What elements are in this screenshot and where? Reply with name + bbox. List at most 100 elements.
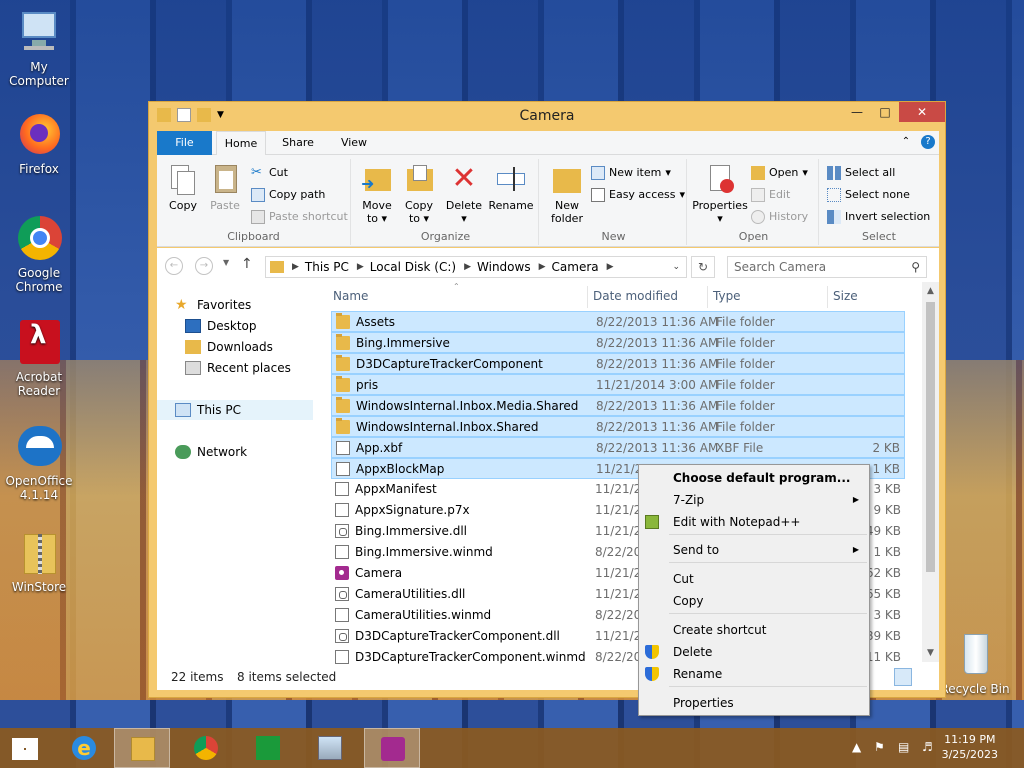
file-row[interactable]: D3DCaptureTrackerComponent 8/22/2013 11:3… [331, 353, 905, 374]
maximize-button[interactable]: □ [871, 102, 899, 122]
taskbar-file-explorer[interactable] [114, 728, 170, 768]
menu-item[interactable]: 7-Zip ▶ [639, 489, 869, 511]
chevron-right-icon[interactable]: ▶ [357, 262, 364, 272]
help-icon[interactable]: ? [921, 135, 935, 149]
desktop-icon-openoffice[interactable]: OpenOffice 4.1.14 [0, 424, 78, 502]
tab-view[interactable]: View [333, 131, 375, 155]
properties-button[interactable]: Properties ▾ [691, 163, 749, 225]
select-none-button[interactable]: Select none [827, 185, 910, 205]
tab-file[interactable]: File [157, 131, 212, 155]
file-row[interactable]: Assets 8/22/2013 11:36 AM File folder [331, 311, 905, 332]
desktop-icon-my-computer[interactable]: My Computer [0, 10, 78, 88]
cut-button[interactable]: ✂ Cut [251, 163, 288, 183]
nav-item-this-pc[interactable]: This PC [157, 400, 313, 420]
menu-item[interactable]: Copy [639, 590, 869, 612]
menu-item[interactable]: Send to ▶ [639, 539, 869, 561]
menu-item[interactable]: Choose default program... [639, 467, 869, 489]
column-header-size[interactable]: Size [833, 289, 858, 303]
desktop-icon-winstore[interactable]: WinStore [0, 530, 78, 594]
menu-item[interactable]: Cut [639, 568, 869, 590]
desktop-icon-chrome[interactable]: Google Chrome [0, 216, 78, 294]
copy-path-button[interactable]: Copy path [251, 185, 325, 205]
scrollbar-thumb[interactable] [926, 302, 935, 572]
select-all-button[interactable]: Select all [827, 163, 895, 183]
menu-item[interactable]: Properties [639, 692, 869, 714]
details-view-button[interactable] [894, 668, 912, 686]
network-icon[interactable]: ▤ [898, 740, 909, 754]
menu-item[interactable]: Rename [639, 663, 869, 685]
desktop-icon-firefox[interactable]: Firefox [0, 112, 78, 176]
breadcrumb-this-pc[interactable]: This PC [305, 260, 349, 274]
delete-button[interactable]: ✕ Delete ▾ [443, 163, 485, 226]
file-row[interactable]: WindowsInternal.Inbox.Shared 8/22/2013 11… [331, 416, 905, 437]
chevron-right-icon[interactable]: ▶ [464, 262, 471, 272]
rename-button[interactable]: Rename [487, 163, 535, 212]
menu-item[interactable]: Edit with Notepad++ [639, 511, 869, 533]
file-row[interactable]: WindowsInternal.Inbox.Media.Shared 8/22/2… [331, 395, 905, 416]
breadcrumb-windows[interactable]: Windows [477, 260, 531, 274]
back-button[interactable]: ← [165, 257, 183, 275]
easy-access-button[interactable]: Easy access ▾ [591, 185, 685, 205]
nav-item-network[interactable]: Network [175, 442, 247, 462]
search-input[interactable]: Search Camera ⚲ [727, 256, 927, 278]
scroll-down-icon[interactable]: ▼ [922, 648, 939, 658]
taskbar-internet-explorer[interactable]: e [56, 728, 112, 768]
copy-to-button[interactable]: Copy to ▾ [399, 163, 439, 225]
chevron-right-icon[interactable]: ▶ [607, 262, 614, 272]
desktop-icon-acrobat[interactable]: λ Acrobat Reader [0, 320, 78, 398]
tab-home[interactable]: Home [216, 131, 266, 156]
paste-shortcut-button[interactable]: Paste shortcut [251, 207, 348, 227]
column-divider[interactable] [707, 286, 708, 308]
recent-locations-icon[interactable]: ▼ [223, 258, 229, 267]
new-item-button[interactable]: New item ▾ [591, 163, 671, 183]
up-button[interactable]: ↑ [241, 256, 253, 272]
start-button[interactable] [0, 728, 56, 768]
minimize-button[interactable]: — [843, 102, 871, 122]
file-row[interactable]: App.xbf 8/22/2013 11:36 AM XBF File 2 KB [331, 437, 905, 458]
column-header-type[interactable]: Type [713, 289, 741, 303]
nav-item-recent-places[interactable]: Recent places [185, 358, 291, 378]
chevron-down-icon[interactable]: ⌄ [672, 262, 680, 272]
breadcrumb-local-disk[interactable]: Local Disk (C:) [370, 260, 456, 274]
taskbar-chrome[interactable] [178, 728, 234, 768]
nav-item-downloads[interactable]: Downloads [185, 337, 273, 357]
history-button[interactable]: History [751, 207, 808, 227]
clock[interactable]: 11:19 PM 3/25/2023 [942, 732, 998, 762]
scroll-up-icon[interactable]: ▲ [922, 286, 939, 296]
column-divider[interactable] [827, 286, 828, 308]
copy-button[interactable]: Copy [163, 163, 203, 212]
refresh-button[interactable]: ↻ [691, 256, 715, 278]
edit-button[interactable]: Edit [751, 185, 790, 205]
address-bar[interactable]: ▶ This PC ▶ Local Disk (C:) ▶ Windows ▶ … [265, 256, 687, 278]
forward-button[interactable]: → [195, 257, 213, 275]
menu-item[interactable]: Delete [639, 641, 869, 663]
title-bar[interactable]: ▼ Camera — □ ✕ [149, 102, 945, 130]
collapse-ribbon-icon[interactable]: ⌃ [899, 135, 913, 149]
menu-item[interactable]: Create shortcut [639, 619, 869, 641]
file-row[interactable]: Bing.Immersive 8/22/2013 11:36 AM File fol… [331, 332, 905, 353]
chevron-right-icon[interactable]: ▶ [539, 262, 546, 272]
column-header-date[interactable]: Date modified [593, 289, 678, 303]
desktop-icon-recycle-bin[interactable]: Recycle Bin [936, 632, 1014, 696]
taskbar-image-viewer[interactable] [302, 728, 358, 768]
breadcrumb-camera[interactable]: Camera [552, 260, 599, 274]
close-button[interactable]: ✕ [899, 102, 945, 122]
show-hidden-icons[interactable]: ▲ [852, 740, 861, 754]
file-row[interactable]: pris 11/21/2014 3:00 AM File folder [331, 374, 905, 395]
invert-selection-button[interactable]: Invert selection [827, 207, 930, 227]
taskbar-store[interactable] [240, 728, 296, 768]
flag-icon[interactable]: ⚑ [874, 740, 885, 754]
taskbar-camera[interactable] [364, 728, 420, 768]
open-button[interactable]: Open ▾ [751, 163, 808, 183]
vertical-scrollbar[interactable]: ▲ ▼ [922, 282, 939, 662]
paste-button[interactable]: Paste [205, 163, 245, 212]
new-folder-button[interactable]: New folder [545, 163, 589, 225]
large-icons-view-button[interactable] [915, 668, 933, 686]
volume-icon[interactable]: ♬ [922, 740, 933, 754]
tab-share[interactable]: Share [275, 131, 321, 155]
column-divider[interactable] [587, 286, 588, 308]
nav-item-desktop[interactable]: Desktop [185, 316, 257, 336]
move-to-button[interactable]: ➜ Move to ▾ [357, 163, 397, 225]
nav-item-favorites[interactable]: ★ Favorites [175, 295, 251, 315]
column-header-name[interactable]: Name [333, 289, 368, 303]
